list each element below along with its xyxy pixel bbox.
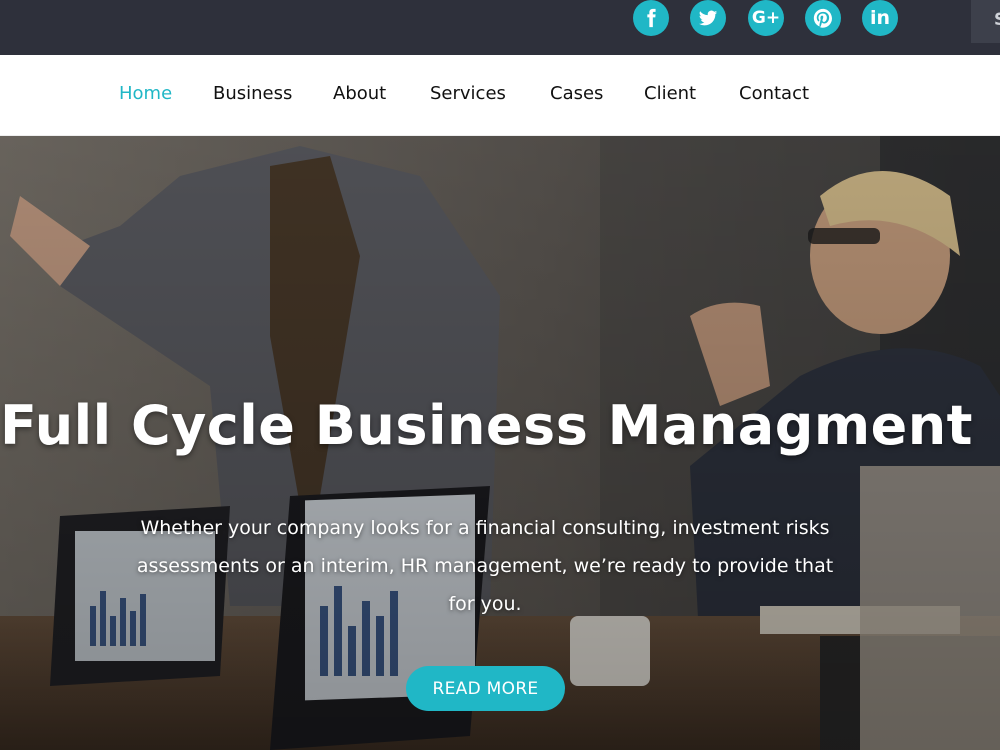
hero-section: Full Cycle Business Managment Whether yo…: [0, 136, 1000, 750]
nav-item-business[interactable]: Business: [213, 83, 292, 104]
google-plus-icon[interactable]: G+: [748, 0, 784, 36]
nav-item-cases[interactable]: Cases: [550, 83, 603, 104]
linkedin-icon[interactable]: in: [862, 0, 898, 36]
main-nav: Home Business About Services Cases Clien…: [0, 55, 1000, 136]
hero-description: Whether your company looks for a financi…: [136, 517, 834, 615]
nav-item-home[interactable]: Home: [119, 83, 172, 104]
facebook-icon[interactable]: [633, 0, 669, 36]
pinterest-icon[interactable]: [805, 0, 841, 36]
top-social-bar: G+ in S: [0, 0, 1000, 55]
nav-item-contact[interactable]: Contact: [739, 83, 809, 104]
nav-item-client[interactable]: Client: [644, 83, 696, 104]
linkedin-glyph: in: [869, 6, 891, 29]
search-tab[interactable]: S: [971, 0, 1000, 43]
nav-item-services[interactable]: Services: [430, 83, 506, 104]
google-plus-glyph: G+: [751, 7, 781, 28]
read-more-button[interactable]: READ MORE: [406, 666, 565, 711]
nav-item-about[interactable]: About: [333, 83, 386, 104]
hero-title: Full Cycle Business Managment: [0, 394, 973, 457]
twitter-icon[interactable]: [690, 0, 726, 36]
